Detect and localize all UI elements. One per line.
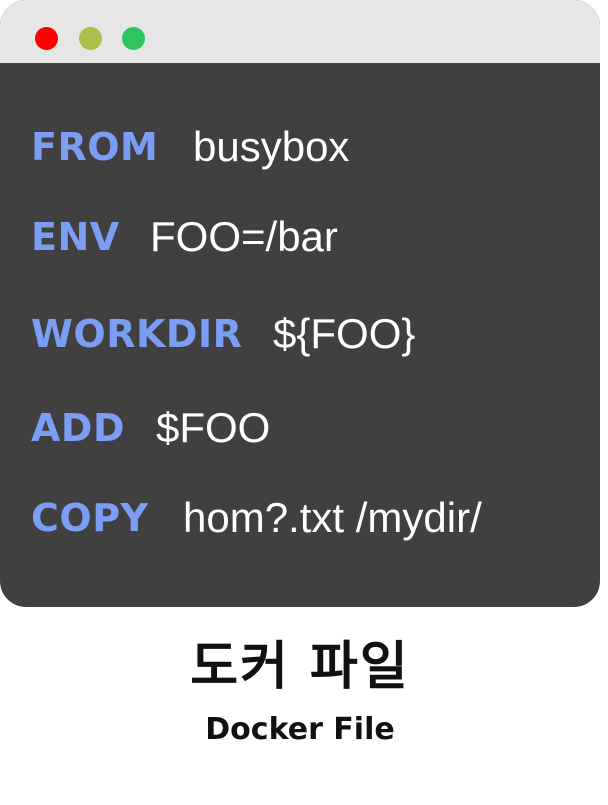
- code-line-from: FROM busybox: [31, 120, 349, 174]
- argument-env: FOO=/bar: [150, 213, 338, 260]
- keyword-add: ADD: [31, 406, 125, 450]
- close-window-icon[interactable]: [35, 27, 58, 50]
- argument-workdir: ${FOO}: [273, 310, 416, 357]
- maximize-window-icon[interactable]: [122, 27, 145, 50]
- argument-add: $FOO: [156, 404, 271, 451]
- docker-file-window: FROM busybox ENV FOO=/bar WORKDIR ${FOO} AD…: [0, 0, 600, 607]
- code-line-add: ADD $FOO: [31, 401, 270, 455]
- argument-from: busybox: [193, 123, 350, 170]
- window-titlebar: [0, 0, 600, 63]
- argument-copy: hom?.txt /mydir/: [183, 494, 482, 541]
- keyword-from: FROM: [31, 125, 159, 169]
- caption-title-korean: 도커 파일: [190, 637, 410, 697]
- code-line-env: ENV FOO=/bar: [31, 210, 338, 264]
- code-line-workdir: WORKDIR ${FOO}: [31, 307, 415, 361]
- code-line-copy: COPY hom?.txt /mydir/: [31, 491, 482, 545]
- minimize-window-icon[interactable]: [79, 27, 102, 50]
- keyword-env: ENV: [31, 215, 120, 259]
- dockerfile-code-area: FROM busybox ENV FOO=/bar WORKDIR ${FOO} AD…: [0, 63, 600, 607]
- caption-title-english: Docker File: [205, 712, 395, 747]
- keyword-copy: COPY: [31, 496, 149, 540]
- keyword-workdir: WORKDIR: [31, 312, 243, 356]
